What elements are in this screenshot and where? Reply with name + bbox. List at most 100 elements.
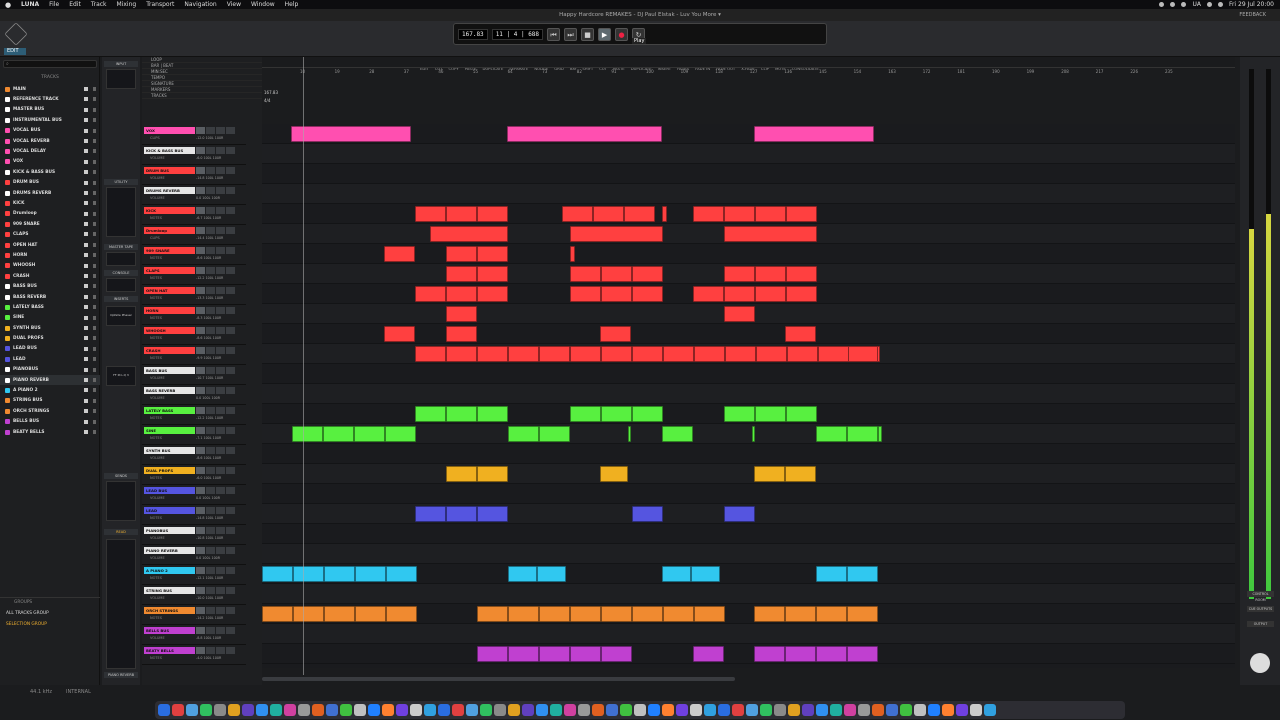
dock-app-icon[interactable]: [606, 704, 618, 716]
record-arm-button[interactable]: [216, 447, 225, 454]
audio-clip[interactable]: [662, 426, 693, 442]
audio-clip[interactable]: [663, 606, 694, 622]
track-name[interactable]: SINE: [144, 427, 195, 434]
solo-button[interactable]: [196, 607, 205, 614]
audio-clip[interactable]: [570, 286, 601, 302]
dock-app-icon[interactable]: [928, 704, 940, 716]
track-visibility-icon[interactable]: [84, 419, 96, 424]
input-monitor-button[interactable]: [226, 467, 235, 474]
track-lane-type[interactable]: NOTES: [150, 276, 162, 280]
track-visibility-icon[interactable]: [84, 232, 96, 237]
dock-app-icon[interactable]: [424, 704, 436, 716]
audio-clip[interactable]: [601, 406, 632, 422]
track-volume-pan[interactable]: -9.9 100L 100R: [196, 356, 221, 360]
mute-button[interactable]: [206, 447, 215, 454]
solo-button[interactable]: [196, 427, 205, 434]
dock-app-icon[interactable]: [480, 704, 492, 716]
input-monitor-button[interactable]: [226, 567, 235, 574]
mute-button[interactable]: [206, 287, 215, 294]
audio-clip[interactable]: [632, 606, 663, 622]
input-monitor-button[interactable]: [226, 167, 235, 174]
track-name[interactable]: BASS BUS: [144, 367, 195, 374]
track-volume-pan[interactable]: -8.3 100L 100R: [196, 316, 221, 320]
arrange-window[interactable]: [262, 124, 1235, 668]
track-volume-pan[interactable]: -14.4 100L 100R: [196, 236, 223, 240]
track-visibility-icon[interactable]: [84, 107, 96, 112]
track-visibility-icon[interactable]: [84, 325, 96, 330]
track-list-item[interactable]: HORN: [0, 250, 100, 260]
edit-mode-button[interactable]: EDIT: [4, 48, 26, 55]
solo-button[interactable]: [196, 447, 205, 454]
audio-clip[interactable]: [756, 346, 787, 362]
play-icon[interactable]: ▶: [598, 27, 612, 41]
audio-clip[interactable]: [816, 566, 847, 582]
audio-clip[interactable]: [786, 406, 817, 422]
dock-app-icon[interactable]: [704, 704, 716, 716]
solo-button[interactable]: [196, 647, 205, 654]
audio-clip[interactable]: [847, 566, 878, 582]
audio-clip[interactable]: [601, 266, 632, 282]
mute-button[interactable]: [206, 487, 215, 494]
audio-clip[interactable]: [539, 646, 570, 662]
track-volume-pan[interactable]: -4.0 100L 100R: [196, 656, 221, 660]
track-header[interactable]: Drumloop CLIPS -14.4 100L 100R: [142, 225, 246, 245]
dock-app-icon[interactable]: [662, 704, 674, 716]
dock-app-icon[interactable]: [858, 704, 870, 716]
dock-app-icon[interactable]: [592, 704, 604, 716]
track-lane[interactable]: [262, 144, 1235, 164]
audio-clip[interactable]: [755, 286, 786, 302]
audio-clip[interactable]: [539, 346, 570, 362]
audio-clip[interactable]: [508, 566, 537, 582]
track-header[interactable]: A PIANO 2 NOTES -12.1 100L 100R: [142, 565, 246, 585]
menu-window[interactable]: Window: [246, 1, 280, 8]
mute-button[interactable]: [206, 307, 215, 314]
dock-app-icon[interactable]: [718, 704, 730, 716]
forward-icon[interactable]: ⏭: [564, 27, 578, 41]
dock-app-icon[interactable]: [466, 704, 478, 716]
track-visibility-icon[interactable]: [84, 128, 96, 133]
apple-icon[interactable]: ●: [0, 1, 16, 9]
track-visibility-icon[interactable]: [84, 429, 96, 434]
audio-clip[interactable]: [816, 426, 847, 442]
audio-clip[interactable]: [724, 406, 755, 422]
track-lane-type[interactable]: NOTES: [150, 296, 162, 300]
dock-app-icon[interactable]: [648, 704, 660, 716]
track-volume-pan[interactable]: -8.6 100L 100R: [196, 336, 221, 340]
track-volume-pan[interactable]: -8.6 100L 100R: [196, 456, 221, 460]
track-list-item[interactable]: Drumloop: [0, 209, 100, 219]
track-list-item[interactable]: KICK: [0, 198, 100, 208]
solo-button[interactable]: [196, 267, 205, 274]
audio-clip[interactable]: [570, 226, 663, 242]
audio-clip[interactable]: [785, 326, 816, 342]
input-slot[interactable]: [106, 69, 136, 89]
record-arm-button[interactable]: [216, 207, 225, 214]
audio-clip[interactable]: [507, 126, 662, 142]
track-lane-type[interactable]: NOTES: [150, 616, 162, 620]
audio-clip[interactable]: [262, 606, 293, 622]
audio-clip[interactable]: [446, 326, 477, 342]
dock-app-icon[interactable]: [886, 704, 898, 716]
sends-slot[interactable]: [106, 481, 136, 521]
audio-clip[interactable]: [662, 206, 667, 222]
track-list-item[interactable]: DRUM BUS: [0, 178, 100, 188]
sends-label[interactable]: SENDS: [104, 473, 138, 479]
track-list-item[interactable]: REFERENCE TRACK: [0, 94, 100, 104]
record-arm-button[interactable]: [216, 407, 225, 414]
track-volume-pan[interactable]: 0.0 100L 100R: [196, 396, 220, 400]
record-arm-button[interactable]: [216, 127, 225, 134]
mute-button[interactable]: [206, 467, 215, 474]
record-arm-button[interactable]: [216, 567, 225, 574]
dock-app-icon[interactable]: [508, 704, 520, 716]
track-list-item[interactable]: A PIANO 2: [0, 385, 100, 395]
audio-clip[interactable]: [693, 206, 724, 222]
track-volume-pan[interactable]: -8.6 100L 100R: [196, 256, 221, 260]
audio-clip[interactable]: [539, 606, 570, 622]
track-header[interactable]: DRUM BUS VOLUME -14.8 100L 100R: [142, 165, 246, 185]
track-lane-type[interactable]: VOLUME: [150, 536, 165, 540]
track-lane-type[interactable]: VOLUME: [150, 636, 165, 640]
dock-app-icon[interactable]: [228, 704, 240, 716]
track-volume-pan[interactable]: -6.0 100L 100R: [196, 476, 221, 480]
track-lane-type[interactable]: NOTES: [150, 356, 162, 360]
track-list-item[interactable]: VOCAL REVERB: [0, 136, 100, 146]
track-volume-pan[interactable]: -10.8 100L 100R: [196, 536, 223, 540]
